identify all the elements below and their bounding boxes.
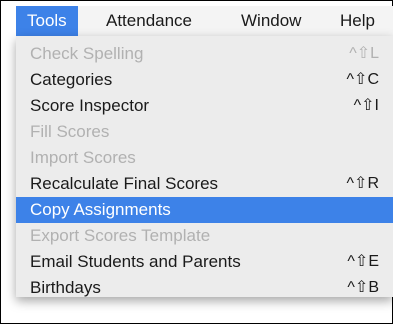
- keyboard-shortcut: ^⇧L: [349, 45, 379, 62]
- menu-item-recalculate-final-scores[interactable]: Recalculate Final Scores ^⇧R: [16, 171, 393, 197]
- menu-tools[interactable]: Tools: [16, 6, 78, 36]
- menu-bar: Tools Attendance Window Help: [16, 6, 393, 36]
- menu-item-email-students-and-parents[interactable]: Email Students and Parents ^⇧E: [16, 249, 393, 275]
- menu-item-categories[interactable]: Categories ^⇧C: [16, 67, 393, 93]
- keyboard-shortcut: ^⇧R: [346, 175, 379, 192]
- menu-item-label: Fill Scores: [30, 122, 110, 141]
- menu-item-fill-scores: Fill Scores: [16, 119, 393, 145]
- menu-window[interactable]: Window: [241, 6, 301, 36]
- menu-item-birthdays[interactable]: Birthdays ^⇧B: [16, 275, 393, 301]
- menu-item-label: Score Inspector: [30, 96, 150, 115]
- menu-item-label: Import Scores: [30, 148, 136, 167]
- keyboard-shortcut: ^⇧B: [347, 279, 379, 296]
- menu-item-label: Birthdays: [30, 278, 101, 297]
- menu-item-label: Email Students and Parents: [30, 252, 241, 271]
- menu-item-copy-assignments[interactable]: Copy Assignments: [16, 197, 393, 223]
- menu-item-label: Export Scores Template: [30, 226, 211, 245]
- menu-item-label: Copy Assignments: [30, 200, 171, 219]
- menu-item-score-inspector[interactable]: Score Inspector ^⇧I: [16, 93, 393, 119]
- menu-item-import-scores: Import Scores: [16, 145, 393, 171]
- menu-item-label: Categories: [30, 70, 113, 89]
- menu-attendance[interactable]: Attendance: [106, 6, 192, 36]
- keyboard-shortcut: ^⇧E: [347, 253, 379, 270]
- menu-item-label: Recalculate Final Scores: [30, 174, 219, 193]
- keyboard-shortcut: ^⇧C: [346, 71, 379, 88]
- tools-dropdown-menu: Check Spelling ^⇧L Categories ^⇧C Score …: [16, 36, 393, 297]
- menu-item-label: Check Spelling: [30, 44, 144, 63]
- menu-item-check-spelling: Check Spelling ^⇧L: [16, 41, 393, 67]
- menu-help[interactable]: Help: [340, 6, 375, 36]
- menu-item-export-scores-template: Export Scores Template: [16, 223, 393, 249]
- keyboard-shortcut: ^⇧I: [353, 97, 379, 114]
